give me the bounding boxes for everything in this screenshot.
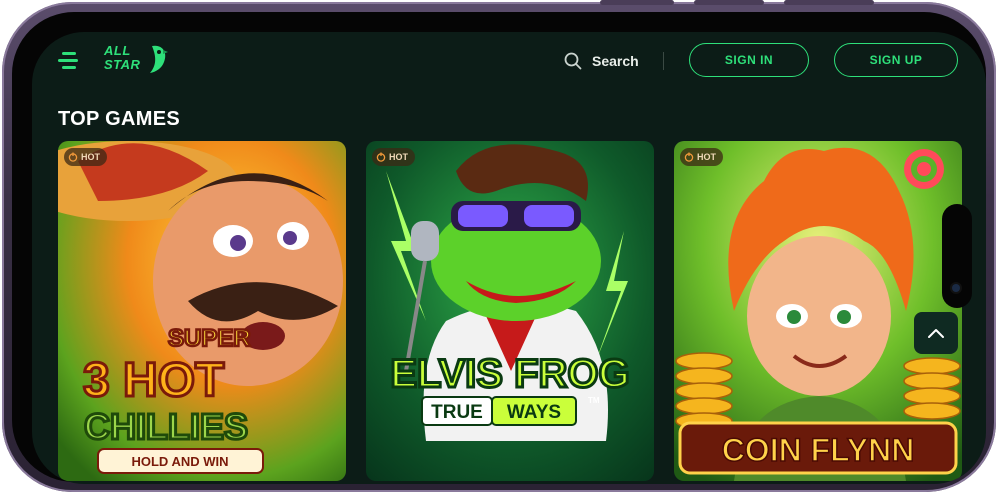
fire-icon <box>376 152 386 162</box>
game-title-3-hot: 3 HOT <box>83 354 224 407</box>
section-title: TOP GAMES <box>58 108 180 130</box>
trademark-symbol: TM <box>588 396 600 405</box>
hot-badge: HOT <box>680 148 723 166</box>
game-card-coin-flynn[interactable]: COIN FLYNN HOT <box>674 141 962 481</box>
game-subtitle-ways: WAYS <box>507 402 561 423</box>
game-title-coin-flynn: COIN FLYNN <box>722 432 915 468</box>
game-artwork: ELVIS FROG TRUE WAYS TM <box>366 141 654 481</box>
front-camera-cutout <box>942 204 972 308</box>
chevron-up-icon <box>928 329 944 338</box>
camera-lens <box>952 284 960 292</box>
brand-logo[interactable]: ALL STAR <box>104 44 174 78</box>
header-divider <box>663 52 664 70</box>
hamburger-menu-icon[interactable] <box>58 52 80 69</box>
search-icon <box>564 52 582 70</box>
sign-in-button[interactable]: SIGN IN <box>689 43 809 77</box>
phone-frame: ALL STAR Search SIGN IN SIGN UP TOP GAME… <box>2 0 996 492</box>
game-subtitle-true: TRUE <box>431 402 483 423</box>
volume-button <box>600 0 674 5</box>
game-title-super: SUPER <box>168 325 251 352</box>
search-button[interactable]: Search <box>564 50 639 72</box>
hot-badge: HOT <box>372 148 415 166</box>
hot-badge: HOT <box>64 148 107 166</box>
fire-icon <box>68 152 78 162</box>
logo-wordmark: ALL STAR <box>104 43 141 72</box>
game-artwork: COIN FLYNN <box>674 141 962 481</box>
game-subtitle-hold-and-win: HOLD AND WIN <box>131 454 228 469</box>
game-card-elvis-frog[interactable]: ELVIS FROG TRUE WAYS TM HOT <box>366 141 654 481</box>
game-artwork: SUPER 3 HOT CHILLIES HOLD AND WIN <box>58 141 346 481</box>
volume-button <box>694 0 764 5</box>
app-screen: ALL STAR Search SIGN IN SIGN UP TOP GAME… <box>32 32 986 484</box>
scroll-to-top-button[interactable] <box>914 312 958 354</box>
search-label: Search <box>592 53 639 69</box>
phone-bezel: ALL STAR Search SIGN IN SIGN UP TOP GAME… <box>12 12 986 484</box>
sign-up-button[interactable]: SIGN UP <box>834 43 958 77</box>
game-title-elvis-frog: ELVIS FROG <box>390 352 629 396</box>
parrot-logo-icon <box>150 45 168 73</box>
power-button <box>784 0 874 5</box>
game-title-chillies: CHILLIES <box>84 406 248 447</box>
game-card-super-3-hot-chillies[interactable]: SUPER 3 HOT CHILLIES HOLD AND WIN HOT <box>58 141 346 481</box>
fire-icon <box>684 152 694 162</box>
